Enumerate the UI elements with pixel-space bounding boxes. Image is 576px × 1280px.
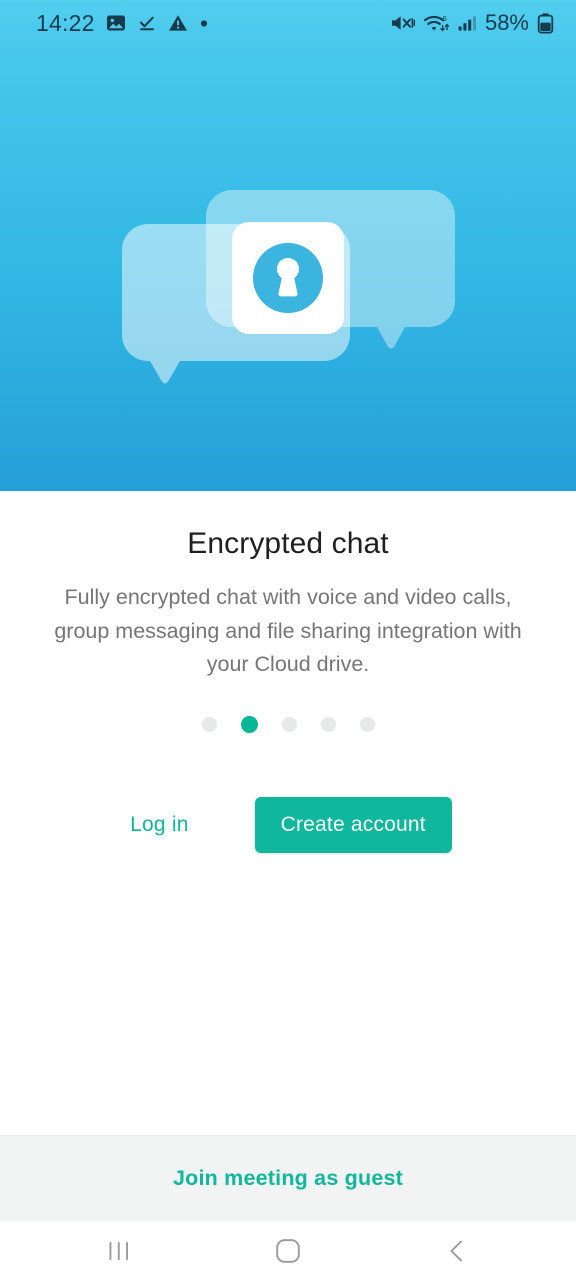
app-screen: 14:22 6 58% Encrypted chat Fully encrypt… (0, 0, 576, 1280)
join-meeting-as-guest-button[interactable]: Join meeting as guest (167, 1165, 409, 1192)
svg-text:6: 6 (443, 14, 447, 23)
back-button[interactable] (409, 1221, 505, 1280)
lock-keyhole-icon (253, 243, 323, 313)
status-bar: 14:22 6 58% (0, 0, 576, 46)
battery-icon (537, 13, 554, 34)
battery-percent-label: 58% (484, 10, 529, 35)
page-description: Fully encrypted chat with voice and vide… (54, 585, 522, 676)
onboarding-content: Encrypted chat Fully encrypted chat with… (0, 491, 576, 1135)
recents-button[interactable] (71, 1221, 167, 1280)
pager-dots[interactable] (0, 715, 576, 733)
pager-dot-5[interactable] (359, 716, 375, 732)
pager-dot-2[interactable] (240, 715, 258, 733)
dot-indicator-icon (200, 20, 207, 27)
android-navigation-bar (0, 1221, 576, 1280)
create-account-button[interactable]: Create account (254, 796, 452, 853)
home-icon (276, 1238, 300, 1263)
auth-actions: Log in Create account (0, 796, 576, 853)
wifi-6-icon: 6 (423, 14, 449, 32)
back-chevron-icon (450, 1240, 463, 1261)
warning-triangle-icon (168, 15, 187, 31)
download-complete-icon (139, 16, 154, 31)
pager-dot-4[interactable] (320, 716, 336, 732)
status-bar-right: 6 58% (390, 10, 554, 36)
status-bar-left: 14:22 (36, 10, 209, 37)
login-button[interactable]: Log in (124, 803, 194, 847)
encrypted-chat-bubbles-lock-illustration (122, 190, 455, 384)
pager-dot-3[interactable] (281, 716, 297, 732)
image-icon (106, 15, 125, 31)
page-title: Encrypted chat (187, 527, 389, 560)
pager-dot-1[interactable] (201, 716, 217, 732)
mute-vibrate-icon (391, 16, 415, 30)
status-bar-clock: 14:22 (36, 9, 95, 36)
hero-section: 14:22 6 58% (0, 0, 576, 491)
guest-bar: Join meeting as guest (0, 1135, 576, 1221)
home-button[interactable] (240, 1221, 336, 1280)
cellular-signal-icon (458, 16, 476, 31)
recents-icon (109, 1241, 128, 1260)
